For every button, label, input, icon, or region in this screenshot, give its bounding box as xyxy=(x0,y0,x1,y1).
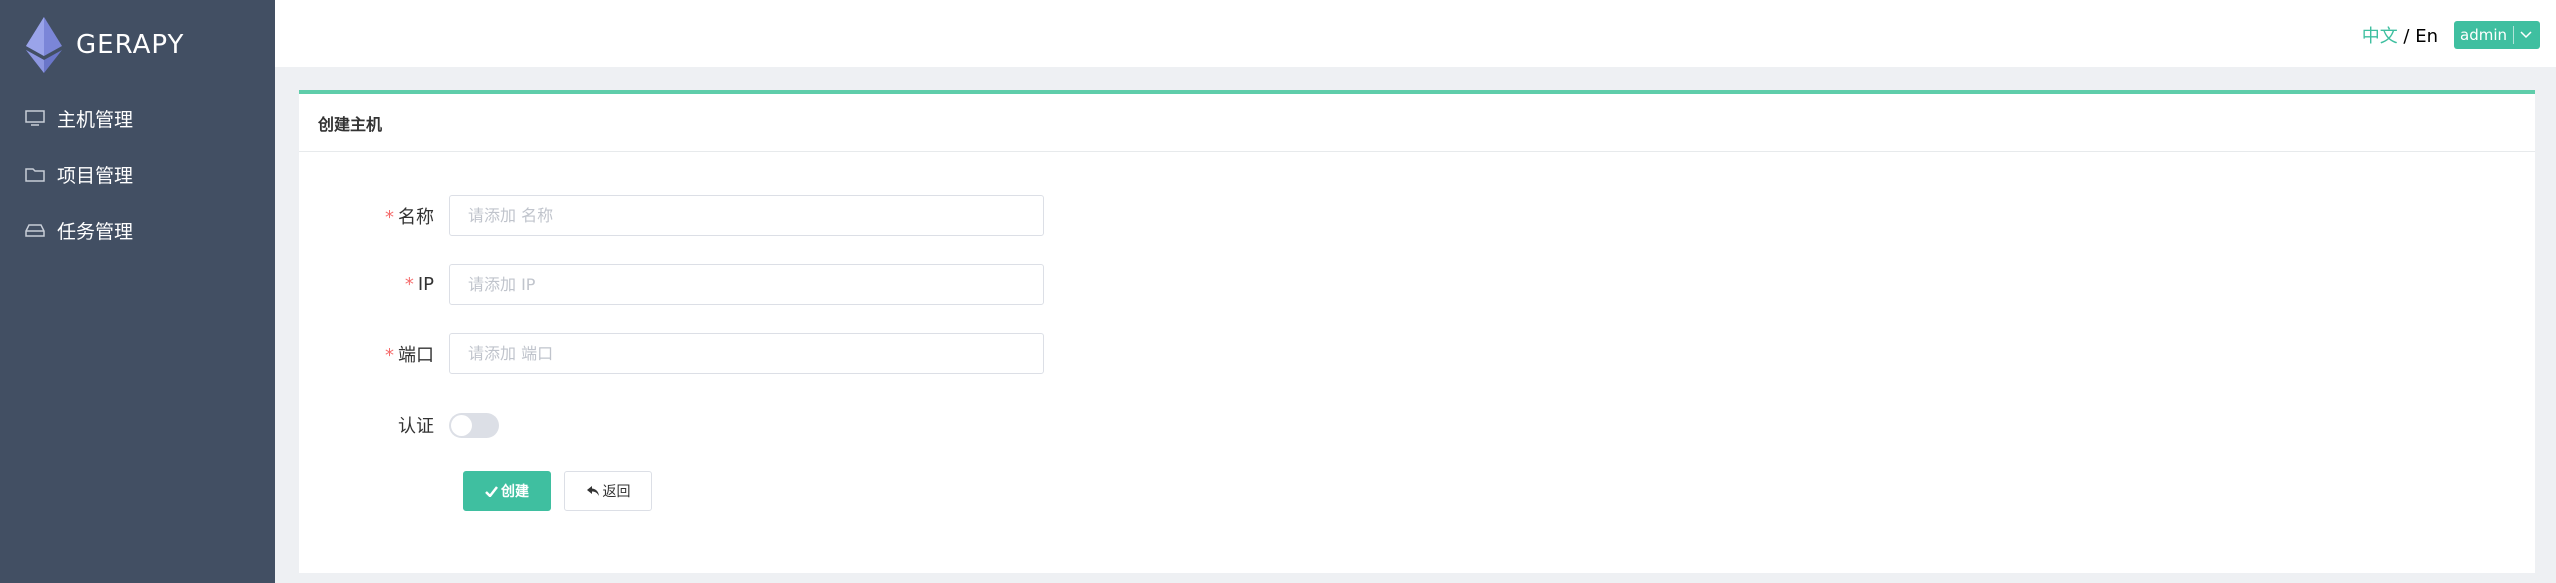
top-bar: 中文 / En admin xyxy=(275,0,2556,67)
create-button-label: 创建 xyxy=(501,484,529,500)
sidebar-item-label: 项目管理 xyxy=(57,164,134,187)
reply-arrow-icon xyxy=(586,486,599,496)
app-name: GERAPY xyxy=(76,30,185,60)
sidebar-item-projects[interactable]: 项目管理 xyxy=(0,146,275,202)
port-label-text: 端口 xyxy=(398,344,434,366)
lang-zh-link[interactable]: 中文 xyxy=(2362,26,2398,47)
sidebar-item-label: 任务管理 xyxy=(57,220,134,243)
auth-label: 认证 xyxy=(398,416,434,437)
form-actions: 创建 返回 xyxy=(463,471,652,511)
ip-label: * IP xyxy=(299,274,449,295)
check-icon xyxy=(485,485,498,497)
folder-icon xyxy=(25,168,45,182)
sidebar-item-label: 主机管理 xyxy=(57,108,134,131)
sidebar-nav: 主机管理 项目管理 任务管理 xyxy=(0,90,275,258)
required-mark: * xyxy=(404,274,414,295)
auth-toggle[interactable] xyxy=(449,412,499,438)
sidebar-item-tasks[interactable]: 任务管理 xyxy=(0,202,275,258)
sidebar-item-hosts[interactable]: 主机管理 xyxy=(0,90,275,146)
create-button[interactable]: 创建 xyxy=(463,471,551,511)
required-mark: * xyxy=(385,344,394,366)
user-dropdown-button[interactable]: admin xyxy=(2454,21,2540,49)
sidebar: GERAPY 主机管理 项目管理 任务管理 xyxy=(0,0,275,583)
ip-label-text: IP xyxy=(417,274,434,295)
toggle-knob xyxy=(451,414,472,436)
language-switcher: 中文 / En xyxy=(2362,22,2438,48)
card-header: 创建主机 xyxy=(299,94,2535,152)
create-host-card: 创建主机 *名称 *IP *端口 认证 创建 返回 xyxy=(299,90,2535,573)
ethereum-logo-icon xyxy=(26,17,62,73)
name-label-text: 名称 xyxy=(398,206,434,228)
divider xyxy=(2513,26,2514,44)
form-row-auth: 认证 xyxy=(299,412,499,438)
inbox-icon xyxy=(25,224,45,237)
ip-input[interactable] xyxy=(449,264,1044,305)
name-input[interactable] xyxy=(449,195,1044,236)
name-label: * 名称 xyxy=(299,203,449,229)
logo[interactable]: GERAPY xyxy=(26,17,184,73)
form-row-ip: * IP xyxy=(299,264,1044,305)
lang-en-link[interactable]: En xyxy=(2415,26,2438,47)
form-row-name: * 名称 xyxy=(299,195,1044,236)
port-label: * 端口 xyxy=(299,341,449,367)
form-row-port: * 端口 xyxy=(299,333,1044,374)
port-input[interactable] xyxy=(449,333,1044,374)
back-button-label: 返回 xyxy=(602,484,631,500)
monitor-icon xyxy=(25,110,45,126)
lang-separator: / xyxy=(2397,26,2416,47)
page-title: 创建主机 xyxy=(318,114,383,134)
chevron-down-icon xyxy=(2520,31,2532,39)
required-mark: * xyxy=(385,206,394,228)
back-button[interactable]: 返回 xyxy=(564,471,652,511)
user-name: admin xyxy=(2460,26,2507,44)
